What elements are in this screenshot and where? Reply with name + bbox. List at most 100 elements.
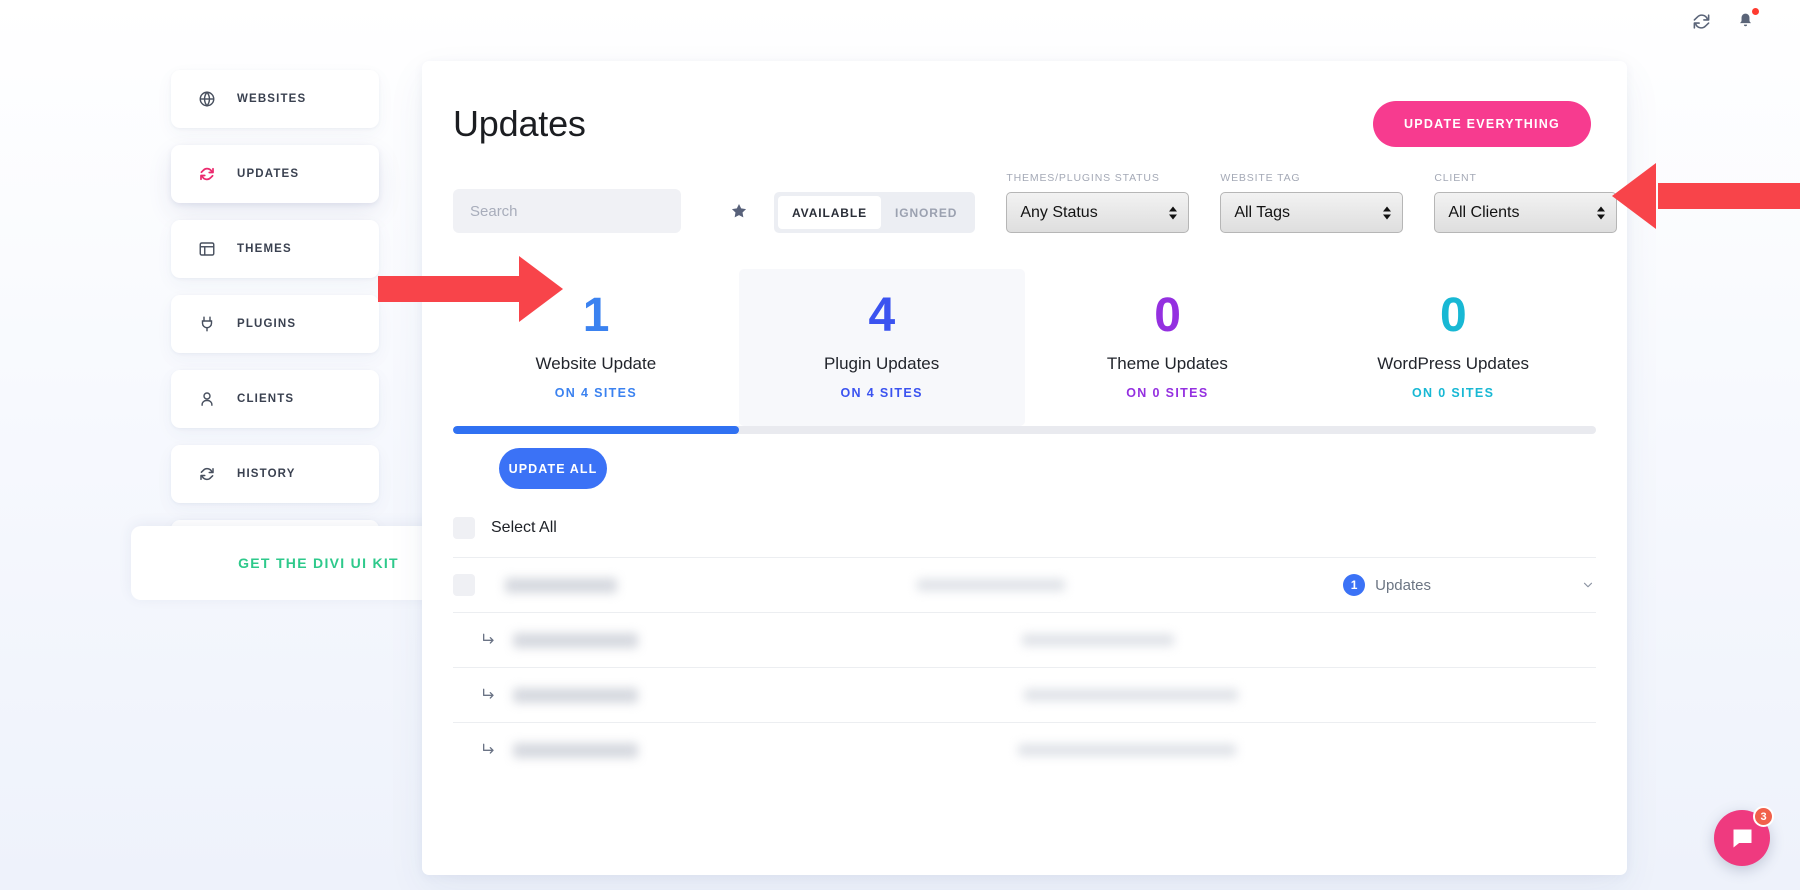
app-root: WEBSITES UPDATES THEMES PLUGINS CLIENTS … xyxy=(0,0,1800,890)
stat-number: 0 xyxy=(1154,289,1181,342)
availability-toggle: AVAILABLE IGNORED xyxy=(774,192,976,233)
select-all-label: Select All xyxy=(491,519,557,537)
bell-icon[interactable] xyxy=(1734,8,1759,32)
table-row[interactable] xyxy=(453,612,1596,667)
stat-card-website-update[interactable]: 1 Website Update ON 4 SITES xyxy=(453,269,739,426)
site-name-redacted xyxy=(505,577,617,593)
chevron-down-icon[interactable] xyxy=(1581,578,1596,593)
stat-subtitle: ON 4 SITES xyxy=(840,386,923,401)
chevron-updown-icon xyxy=(1597,206,1606,219)
table-row[interactable] xyxy=(453,722,1596,777)
sidebar-nav: WEBSITES UPDATES THEMES PLUGINS CLIENTS … xyxy=(131,70,506,600)
sidebar-item-label: THEMES xyxy=(237,243,292,255)
chevron-updown-icon xyxy=(1383,206,1392,219)
update-all-button[interactable]: UPDATE ALL xyxy=(499,448,607,490)
sidebar-item-plugins[interactable]: PLUGINS xyxy=(171,295,379,353)
table-row[interactable] xyxy=(453,667,1596,722)
page-title: Updates xyxy=(453,103,586,144)
website-tag-filter: WEBSITE TAG All Tags xyxy=(1220,172,1404,233)
stat-subtitle: ON 0 SITES xyxy=(1411,386,1495,401)
stat-title: Theme Updates xyxy=(1106,354,1228,374)
filter-bar: AVAILABLE IGNORED THEMES/PLUGINS STATUS … xyxy=(422,147,1627,233)
update-everything-button[interactable]: UPDATE EVERYTHING xyxy=(1373,101,1591,147)
site-url-redacted xyxy=(1024,689,1238,702)
chat-bubble-icon xyxy=(1733,829,1751,847)
panel-header: Updates UPDATE EVERYTHING xyxy=(422,61,1627,147)
chat-unread-badge: 3 xyxy=(1753,806,1774,827)
filter-label: CLIENT xyxy=(1434,172,1477,184)
subsite-arrow-icon xyxy=(481,631,499,649)
website-tag-select[interactable]: All Tags xyxy=(1220,192,1404,233)
stat-title: Plugin Updates xyxy=(823,354,940,374)
site-url-redacted xyxy=(1018,744,1236,757)
table-row[interactable]: 1 Updates xyxy=(453,557,1596,612)
site-url-redacted xyxy=(1022,634,1174,647)
user-icon xyxy=(197,390,216,409)
stat-card-theme-updates[interactable]: 0 Theme Updates ON 0 SITES xyxy=(1025,269,1311,426)
globe-icon xyxy=(197,90,216,109)
site-name-redacted xyxy=(513,632,638,648)
row-checkbox[interactable] xyxy=(453,574,475,597)
update-progress-bar xyxy=(453,426,1596,435)
row-update-summary: 1 Updates xyxy=(1276,574,1596,597)
arrow-pointing-to-client-filter xyxy=(1612,163,1800,229)
stat-subtitle: ON 0 SITES xyxy=(1126,386,1209,401)
tab-available[interactable]: AVAILABLE xyxy=(778,196,881,229)
top-bar xyxy=(0,0,1800,42)
client-select[interactable]: All Clients xyxy=(1434,192,1618,233)
refresh-icon xyxy=(197,465,216,484)
arrow-shaft xyxy=(1658,183,1800,209)
star-icon[interactable] xyxy=(730,202,748,220)
update-all-row: UPDATE ALL xyxy=(453,448,1596,490)
divi-ui-kit-label: GET THE DIVI UI KIT xyxy=(238,555,399,571)
stat-title: WordPress Updates xyxy=(1377,354,1530,374)
client-filter: CLIENT All Clients xyxy=(1434,172,1618,233)
status-select-value: Any Status xyxy=(1020,203,1098,221)
stat-title: Website Update xyxy=(535,354,657,374)
refresh-icon[interactable] xyxy=(1690,10,1712,32)
sidebar-item-label: PLUGINS xyxy=(237,318,297,330)
window-icon xyxy=(197,240,216,259)
chat-widget-button[interactable]: 3 xyxy=(1714,806,1774,866)
stat-card-wordpress-updates[interactable]: 0 WordPress Updates ON 0 SITES xyxy=(1310,269,1596,426)
sidebar-item-label: HISTORY xyxy=(237,468,296,480)
sidebar-item-themes[interactable]: THEMES xyxy=(171,220,379,278)
sidebar-item-clients[interactable]: CLIENTS xyxy=(171,370,379,428)
sidebar-item-label: WEBSITES xyxy=(237,93,307,105)
site-name-redacted xyxy=(513,687,638,703)
main-panel: Updates UPDATE EVERYTHING AVAILABLE IGNO… xyxy=(422,61,1627,875)
select-all-checkbox[interactable] xyxy=(453,517,475,540)
filter-label: WEBSITE TAG xyxy=(1220,172,1301,184)
status-badge: 1 xyxy=(1343,574,1366,597)
sidebar-item-history[interactable]: HISTORY xyxy=(171,445,379,503)
refresh-icon xyxy=(197,165,216,184)
tab-ignored[interactable]: IGNORED xyxy=(881,196,971,229)
stat-number: 0 xyxy=(1440,289,1467,342)
filter-label: THEMES/PLUGINS STATUS xyxy=(1006,172,1160,184)
updates-label: Updates xyxy=(1375,576,1431,594)
stat-number: 4 xyxy=(868,289,896,342)
plug-icon xyxy=(197,315,216,334)
search-input[interactable] xyxy=(453,189,681,233)
subsite-arrow-icon xyxy=(481,741,499,759)
stats-row: 1 Website Update ON 4 SITES 4 Plugin Upd… xyxy=(453,269,1596,427)
website-tag-select-value: All Tags xyxy=(1234,203,1291,221)
stat-card-plugin-updates[interactable]: 4 Plugin Updates ON 4 SITES xyxy=(738,269,1025,427)
themes-plugins-status-filter: THEMES/PLUGINS STATUS Any Status xyxy=(1006,172,1190,233)
notification-dot xyxy=(1752,8,1759,15)
updates-list: 1 Updates xyxy=(422,557,1627,777)
sidebar-item-label: UPDATES xyxy=(237,168,300,180)
status-select[interactable]: Any Status xyxy=(1006,192,1190,233)
stat-number: 1 xyxy=(582,289,610,342)
sidebar-item-label: CLIENTS xyxy=(237,393,295,405)
site-url-redacted xyxy=(917,579,1065,592)
site-name-redacted xyxy=(513,742,638,758)
subsite-arrow-icon xyxy=(481,686,499,704)
sidebar-item-updates[interactable]: UPDATES xyxy=(171,145,379,203)
stat-subtitle: ON 4 SITES xyxy=(554,386,638,401)
select-all-row: Select All xyxy=(422,489,1627,557)
chevron-updown-icon xyxy=(1169,206,1178,219)
client-select-value: All Clients xyxy=(1448,203,1520,221)
update-progress-fill xyxy=(453,426,739,435)
sidebar-item-websites[interactable]: WEBSITES xyxy=(171,70,379,128)
